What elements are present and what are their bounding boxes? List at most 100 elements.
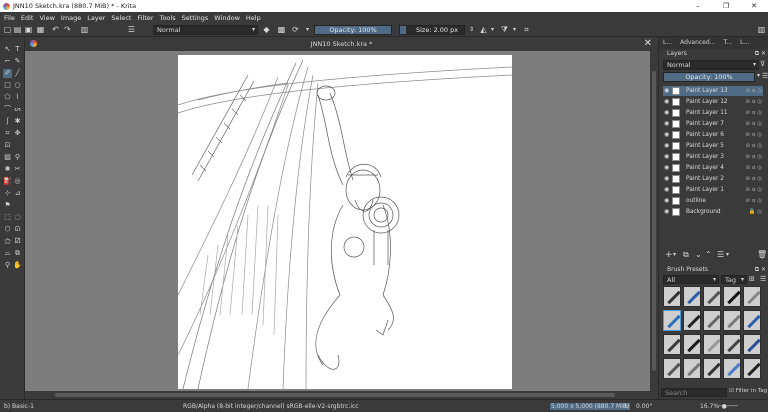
preserve-alpha-icon[interactable]: ▩ <box>277 25 286 34</box>
canvas-paper[interactable] <box>178 55 512 389</box>
alpha-lock-icon[interactable]: ⊘ α ◎ <box>745 152 762 162</box>
reference-images-tool-icon[interactable]: ⚑ <box>3 201 12 210</box>
tab-t[interactable]: T... <box>719 37 736 49</box>
brush-preset-tile[interactable] <box>703 310 721 331</box>
chevron-down-icon[interactable]: ▾ <box>673 251 676 258</box>
delete-layer-icon[interactable]: 🗑 <box>757 250 767 259</box>
new-document-icon[interactable]: ▢ <box>3 25 12 34</box>
brush-preset-tile[interactable] <box>703 358 721 379</box>
preset-search-input[interactable]: Search <box>661 388 727 397</box>
save-incremental-icon[interactable]: ▦ <box>36 25 45 34</box>
colorize-mask-tool-icon[interactable]: ✺ <box>3 165 12 174</box>
layer-row[interactable]: ◉ Paint Layer 6 ⊘ α ◎ <box>663 130 763 140</box>
alpha-lock-icon[interactable]: ⊘ α ◎ <box>745 97 762 107</box>
brush-preset-tile[interactable] <box>743 334 761 355</box>
menu-layer[interactable]: Layer <box>87 14 105 22</box>
menu-file[interactable]: File <box>4 14 15 22</box>
fill-tool-icon[interactable]: ⛽ <box>3 177 12 186</box>
visibility-eye-icon[interactable]: ◉ <box>664 207 669 217</box>
brush-preset-tile[interactable] <box>683 310 701 331</box>
freehand-brush-tool-icon[interactable]: ✐ <box>3 69 12 78</box>
menu-select[interactable]: Select <box>111 14 131 22</box>
panel-toggle-icon[interactable]: ▥ <box>757 25 766 34</box>
calligraphy-tool-icon[interactable]: ✎ <box>13 57 22 66</box>
layer-row[interactable]: ◉ Background 🔒 ◎ <box>663 207 763 217</box>
visibility-eye-icon[interactable]: ◉ <box>664 141 669 151</box>
lock-icon[interactable]: 🔒 ◎ <box>749 207 762 217</box>
layer-row[interactable]: ◉ Paint Layer 12 ⊘ α ◎ <box>663 97 763 107</box>
mirror-horizontal-icon[interactable]: ◭ <box>479 25 488 34</box>
open-document-icon[interactable]: ▤ <box>13 25 22 34</box>
brush-preset-tile[interactable] <box>683 286 701 307</box>
chevron-down-icon[interactable]: ▾ <box>757 72 760 79</box>
menu-help[interactable]: Help <box>246 14 261 22</box>
add-layer-icon[interactable]: + <box>665 250 673 260</box>
polygon-tool-icon[interactable]: ⬠ <box>3 93 12 102</box>
minimize-button[interactable]: – <box>684 0 712 12</box>
brush-preset-tile[interactable] <box>723 286 741 307</box>
preset-filter-combo[interactable]: All ▾ <box>663 275 719 284</box>
enclose-fill-tool-icon[interactable]: ◎ <box>13 177 22 186</box>
edit-shapes-tool-icon[interactable]: ⌐ <box>3 57 12 66</box>
visibility-eye-icon[interactable]: ◉ <box>664 119 669 129</box>
contiguous-selection-tool-icon[interactable]: ⚝ <box>3 237 12 246</box>
undo-icon[interactable]: ↶ <box>51 25 60 34</box>
multibrush-tool-icon[interactable]: ✱ <box>13 117 22 126</box>
preset-add-icon[interactable]: ⊞ <box>749 275 755 283</box>
tab-l[interactable]: L... <box>736 37 753 49</box>
layer-row[interactable]: ◉ Paint Layer 2 ⊘ α ◎ <box>663 174 763 184</box>
zoom-tool-icon[interactable]: ⚲ <box>3 261 12 270</box>
menu-tools[interactable]: Tools <box>160 14 176 22</box>
visibility-eye-icon[interactable]: ◉ <box>664 86 669 96</box>
bezier-selection-tool-icon[interactable]: ⌓ <box>3 249 12 258</box>
preset-menu-icon[interactable]: ☰ <box>760 275 766 283</box>
visibility-eye-icon[interactable]: ◉ <box>664 196 669 206</box>
measure-tool-icon[interactable]: ⊿ <box>13 189 22 198</box>
move-layer-down-icon[interactable]: ⌄ <box>695 250 702 259</box>
brush-preset-tile[interactable] <box>703 286 721 307</box>
document-tab-title[interactable]: JNN10 Sketch.kra * <box>25 40 658 48</box>
elliptical-selection-tool-icon[interactable]: ◌ <box>13 213 22 222</box>
close-window-button[interactable]: ✕ <box>740 0 768 12</box>
layer-row[interactable]: ◉ Paint Layer 5 ⊘ α ◎ <box>663 141 763 151</box>
layer-filter-icon[interactable]: ⊽ <box>760 60 765 68</box>
horizontal-scrollbar-thumb[interactable] <box>55 393 615 397</box>
polyline-tool-icon[interactable]: ⌇ <box>13 93 22 102</box>
brush-preset-tile[interactable] <box>703 334 721 355</box>
alpha-lock-icon[interactable]: ⊘ α ◎ <box>745 174 762 184</box>
preset-tag-combo[interactable]: Tag ▾ <box>721 275 747 284</box>
menu-view[interactable]: View <box>39 14 54 22</box>
blend-mode-combo[interactable]: Normal ▾ <box>153 25 258 35</box>
layer-menu-icon[interactable]: ☰ <box>762 72 768 80</box>
crop-tool-icon[interactable]: ⌗ <box>3 129 12 138</box>
menu-image[interactable]: Image <box>61 14 81 22</box>
chevron-down-icon[interactable]: ▾ <box>303 25 312 34</box>
redo-icon[interactable]: ↷ <box>63 25 72 34</box>
brush-preset-tile[interactable] <box>723 334 741 355</box>
vertical-scrollbar[interactable] <box>650 51 658 391</box>
similar-selection-tool-icon[interactable]: ⚂ <box>13 237 22 246</box>
smart-patch-tool-icon[interactable]: ✂ <box>13 165 22 174</box>
visibility-eye-icon[interactable]: ◉ <box>664 174 669 184</box>
rectangular-selection-tool-icon[interactable]: ⬚ <box>3 213 12 222</box>
duplicate-layer-icon[interactable]: ⧉ <box>683 250 689 260</box>
alpha-lock-icon[interactable]: ⊘ α ◎ <box>745 196 762 206</box>
wrap-around-icon[interactable]: ⌗ <box>522 25 531 34</box>
layer-blend-mode-combo[interactable]: Normal ▾ <box>663 60 759 70</box>
chevron-down-icon[interactable]: ▾ <box>726 251 729 258</box>
layer-row[interactable]: ◉ Paint Layer 11 ⊘ α ◎ <box>663 108 763 118</box>
zoom-slider[interactable]: ─●─── <box>718 403 738 410</box>
tab-layers-short[interactable]: L... <box>659 37 676 49</box>
opacity-slider[interactable]: Opacity: 100% <box>314 25 392 35</box>
brush-preset-tile[interactable] <box>663 310 681 331</box>
brush-preset-tile[interactable] <box>663 286 681 307</box>
panel-float-close-icon[interactable]: ⧉ ✕ <box>755 49 766 59</box>
canvas-area[interactable]: JNN10 Sketch.kra * ✕ <box>25 37 658 399</box>
brush-settings-icon[interactable]: ☰ <box>127 25 136 34</box>
maximize-button[interactable]: ❐ <box>712 0 740 12</box>
alpha-lock-icon[interactable]: ⊘ α ◎ <box>745 141 762 151</box>
layer-row[interactable]: ◉ outline ⊘ α ◎ <box>663 196 763 206</box>
visibility-eye-icon[interactable]: ◉ <box>664 152 669 162</box>
alpha-lock-icon[interactable]: ⊘ α ◎ <box>745 130 762 140</box>
brush-preset-tile[interactable] <box>683 358 701 379</box>
